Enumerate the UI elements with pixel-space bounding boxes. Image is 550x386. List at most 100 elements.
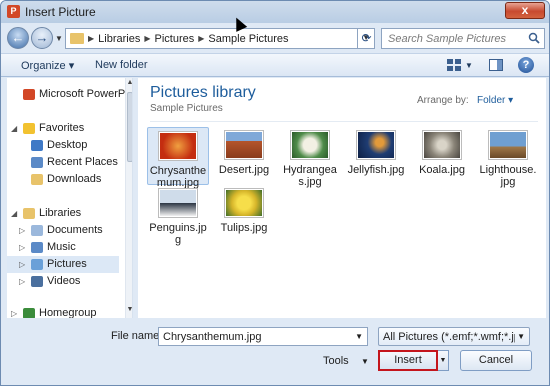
music-icon: [31, 242, 43, 253]
nav-item-label: Downloads: [47, 173, 102, 185]
help-icon[interactable]: ?: [518, 57, 534, 73]
file-name: Chrysanthe: [149, 165, 207, 177]
title-bar: P Insert Picture x: [1, 1, 549, 23]
file-item-tulips[interactable]: Tulips.jpg: [213, 185, 275, 234]
file-type-select[interactable]: All Pictures (*.emf;*.wmf;*.jpg;* ▼: [378, 327, 530, 346]
folder-icon: [70, 33, 84, 44]
expand-triangle-icon[interactable]: ▷: [19, 222, 25, 239]
cancel-button[interactable]: Cancel: [460, 350, 532, 371]
nav-item-label: Homegroup: [39, 307, 97, 318]
nav-item-pictures[interactable]: ▷ Pictures: [7, 256, 119, 273]
new-folder-button[interactable]: New folder: [95, 59, 148, 71]
file-item-chrysanthemum[interactable]: Chrysanthe mum.jpg: [147, 127, 209, 189]
file-name: Hydrangea: [283, 164, 337, 176]
image-thumbnail: [225, 189, 263, 217]
breadcrumb-pictures[interactable]: Pictures: [155, 33, 195, 45]
file-item-hydrangeas[interactable]: Hydrangea s.jpg: [279, 127, 341, 188]
scroll-down-icon[interactable]: ▼: [126, 306, 132, 313]
chevron-right-icon[interactable]: ▶: [198, 34, 204, 43]
powerpoint-icon: [23, 89, 35, 100]
downloads-icon: [31, 174, 43, 185]
tools-button[interactable]: Tools: [323, 355, 349, 367]
file-name: Jellyfish.jpg: [347, 164, 405, 176]
file-name: g: [174, 234, 182, 246]
nav-item-documents[interactable]: ▷ Documents: [7, 222, 119, 239]
expand-triangle-icon[interactable]: ◢: [11, 120, 17, 137]
insert-button[interactable]: Insert: [378, 350, 438, 371]
image-thumbnail: [225, 131, 263, 159]
insert-options-dropdown[interactable]: ▼: [438, 350, 449, 371]
nav-item-label: Pictures: [47, 258, 87, 270]
file-item-penguins[interactable]: Penguins.jp g: [147, 185, 209, 246]
back-button[interactable]: ←: [7, 27, 29, 49]
nav-scrollbar[interactable]: ▲ ▼: [125, 78, 132, 318]
nav-item-label: Videos: [47, 275, 81, 287]
search-icon: [528, 32, 540, 44]
desktop-icon: [31, 140, 43, 151]
nav-item-homegroup[interactable]: ▷ Homegroup: [7, 305, 119, 318]
file-name-input[interactable]: Chrysanthemum.jpg ▼: [158, 327, 368, 346]
nav-item-favorites[interactable]: ◢ Favorites: [7, 120, 119, 137]
nav-item-videos[interactable]: ▷ Videos: [7, 273, 119, 290]
address-row: ← → ▼ ▶ Libraries ▶ Pictures ▶ Sample Pi…: [1, 23, 549, 53]
chevron-down-icon[interactable]: ▼: [465, 61, 473, 70]
navigation-pane: Microsoft PowerPo ◢ Favorites Desktop Re…: [7, 78, 133, 318]
breadcrumb[interactable]: ▶ Libraries ▶ Pictures ▶ Sample Pictures…: [65, 28, 375, 49]
breadcrumb-sample-pictures[interactable]: Sample Pictures: [208, 33, 288, 45]
nav-item-label: Microsoft PowerPo: [39, 88, 132, 100]
close-button[interactable]: x: [505, 2, 545, 19]
recent-places-icon: [31, 157, 43, 168]
nav-item-music[interactable]: ▷ Music: [7, 239, 119, 256]
file-name: Lighthouse.: [479, 164, 537, 176]
nav-item-label: Favorites: [39, 122, 85, 134]
nav-item-libraries[interactable]: ◢ Libraries: [7, 205, 119, 222]
recent-locations-dropdown[interactable]: ▼: [55, 34, 63, 43]
file-item-koala[interactable]: Koala.jpg: [411, 127, 473, 176]
organize-button[interactable]: Organize ▾: [21, 59, 74, 72]
expand-triangle-icon[interactable]: ▷: [19, 273, 25, 290]
expand-triangle-icon[interactable]: ◢: [11, 205, 17, 222]
file-list-pane: Pictures library Sample Pictures Arrange…: [138, 78, 546, 318]
change-view-icon[interactable]: [447, 59, 461, 71]
image-thumbnail: [489, 131, 527, 159]
scroll-up-icon[interactable]: ▲: [126, 79, 132, 86]
chevron-down-icon[interactable]: ▼: [517, 332, 525, 341]
file-name-label: File name:: [111, 330, 163, 342]
expand-triangle-icon[interactable]: ▷: [11, 305, 17, 318]
refresh-button[interactable]: ⟳: [357, 28, 375, 49]
star-icon: [23, 123, 35, 134]
nav-item-recent-places[interactable]: Recent Places: [7, 154, 119, 171]
nav-item-desktop[interactable]: Desktop: [7, 137, 119, 154]
nav-item-label: Documents: [47, 224, 103, 236]
chevron-right-icon[interactable]: ▶: [88, 34, 94, 43]
breadcrumb-libraries[interactable]: Libraries: [98, 33, 140, 45]
library-subtitle: Sample Pictures: [150, 103, 223, 114]
pictures-icon: [31, 259, 43, 270]
expand-triangle-icon[interactable]: ▷: [19, 256, 25, 273]
chevron-down-icon[interactable]: ▼: [355, 332, 363, 341]
search-input[interactable]: Search Sample Pictures: [381, 28, 545, 49]
insert-picture-dialog: P Insert Picture x ← → ▼ ▶ Libraries ▶ P…: [0, 0, 550, 386]
file-item-lighthouse[interactable]: Lighthouse. jpg: [477, 127, 539, 188]
nav-item-label: Recent Places: [47, 156, 118, 168]
nav-item-microsoft-powerpoint[interactable]: Microsoft PowerPo: [7, 86, 131, 103]
divider: [150, 121, 538, 122]
file-name-value: Chrysanthemum.jpg: [163, 331, 262, 343]
forward-button[interactable]: →: [31, 27, 53, 49]
nav-item-downloads[interactable]: Downloads: [7, 171, 119, 188]
file-name: s.jpg: [298, 176, 322, 188]
preview-pane-icon[interactable]: [489, 59, 503, 71]
image-thumbnail: [291, 131, 329, 159]
file-item-desert[interactable]: Desert.jpg: [213, 127, 275, 176]
nav-item-label: Music: [47, 241, 76, 253]
expand-triangle-icon[interactable]: ▷: [19, 239, 25, 256]
chevron-right-icon[interactable]: ▶: [144, 34, 150, 43]
scrollbar-thumb[interactable]: [127, 92, 132, 162]
arrange-by-dropdown[interactable]: Folder ▾: [477, 95, 513, 106]
file-name: Koala.jpg: [419, 164, 465, 176]
search-placeholder: Search Sample Pictures: [388, 33, 506, 45]
nav-item-label: Libraries: [39, 207, 82, 219]
chevron-down-icon[interactable]: ▼: [361, 357, 369, 366]
dialog-footer: File name: Chrysanthemum.jpg ▼ All Pictu…: [1, 319, 549, 385]
file-item-jellyfish[interactable]: Jellyfish.jpg: [345, 127, 407, 176]
